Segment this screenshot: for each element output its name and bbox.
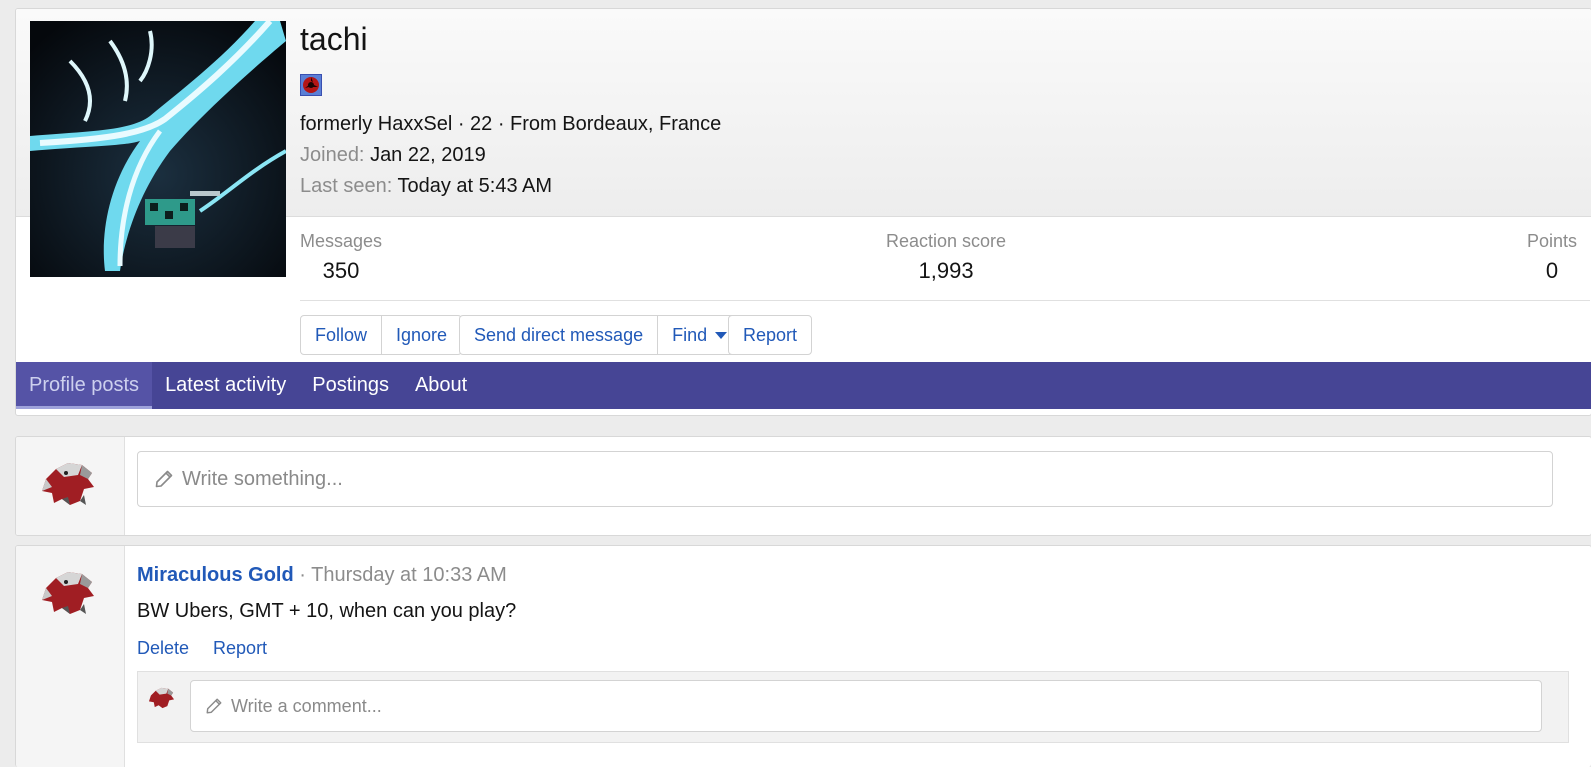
stat-reaction-score: Reaction score 1,993 <box>886 231 1006 284</box>
ignore-button[interactable]: Ignore <box>382 316 461 354</box>
profile-tabs: Profile posts Latest activity Postings A… <box>16 362 1591 409</box>
joined-pair: Joined: Jan 22, 2019 <box>300 144 486 167</box>
last-seen-label: Last seen: <box>300 175 393 197</box>
tab-about[interactable]: About <box>402 362 480 409</box>
send-direct-message-button[interactable]: Send direct message <box>460 316 659 354</box>
stat-points: Points 0 <box>1527 231 1577 284</box>
stat-label: Points <box>1526 231 1577 251</box>
report-group: Report <box>728 315 813 355</box>
member-header: tachi formerly HaxxSel · 22 · From Borde… <box>15 8 1591 416</box>
write-comment-placeholder: Write a comment... <box>231 695 382 716</box>
tab-postings[interactable]: Postings <box>299 362 402 409</box>
report-member-button[interactable]: Report <box>729 316 811 354</box>
stat-value[interactable]: 1,993 <box>886 258 1006 284</box>
avatar[interactable] <box>148 684 176 710</box>
post-separator: · <box>293 564 312 586</box>
joined-label: Joined: <box>300 144 365 166</box>
avatar[interactable] <box>40 457 98 507</box>
member-blurb: formerly HaxxSel · 22 · From Bordeaux, F… <box>300 113 722 135</box>
post-actions: Delete Report <box>137 638 267 659</box>
delete-post-link[interactable]: Delete <box>137 638 189 659</box>
member-avatar[interactable] <box>30 21 286 277</box>
user-banner-icon <box>300 74 322 96</box>
follow-ignore-group: Follow Ignore <box>300 315 463 355</box>
tab-profile-posts[interactable]: Profile posts <box>16 362 153 409</box>
last-seen-pair: Last seen: Today at 5:43 AM <box>300 175 552 198</box>
pencil-icon <box>206 698 222 714</box>
comment-area: Write a comment... <box>137 671 1569 743</box>
stat-messages: Messages 350 <box>300 231 382 284</box>
stat-value[interactable]: 0 <box>1527 258 1577 284</box>
report-post-link[interactable]: Report <box>213 638 267 659</box>
write-something-input[interactable]: Write something... <box>137 451 1553 507</box>
post-timestamp[interactable]: Thursday at 10:33 AM <box>311 564 507 586</box>
follow-button[interactable]: Follow <box>301 316 383 354</box>
stat-label: Messages <box>300 231 383 251</box>
last-seen-value: Today at 5:43 AM <box>397 175 553 197</box>
stat-label: Reaction score <box>886 231 1007 251</box>
chevron-down-icon <box>715 331 728 339</box>
member-username: tachi <box>300 21 368 57</box>
stat-value[interactable]: 350 <box>300 258 382 284</box>
post-header: Miraculous Gold · Thursday at 10:33 AM <box>137 564 507 587</box>
post-body: BW Ubers, GMT + 10, when can you play? <box>137 600 517 622</box>
profile-post-composer: Write something... <box>15 436 1591 536</box>
joined-value: Jan 22, 2019 <box>370 144 486 166</box>
tab-latest-activity[interactable]: Latest activity <box>152 362 299 409</box>
write-something-placeholder: Write something... <box>182 467 343 490</box>
find-label: Find <box>672 324 708 345</box>
write-comment-input[interactable]: Write a comment... <box>190 680 1542 732</box>
profile-post: Miraculous Gold · Thursday at 10:33 AM B… <box>15 545 1591 767</box>
stats-divider <box>300 300 1590 301</box>
post-author-link[interactable]: Miraculous Gold <box>137 564 294 586</box>
message-find-group: Send direct message Find <box>459 315 743 355</box>
avatar[interactable] <box>40 566 98 616</box>
pencil-icon <box>155 470 173 488</box>
